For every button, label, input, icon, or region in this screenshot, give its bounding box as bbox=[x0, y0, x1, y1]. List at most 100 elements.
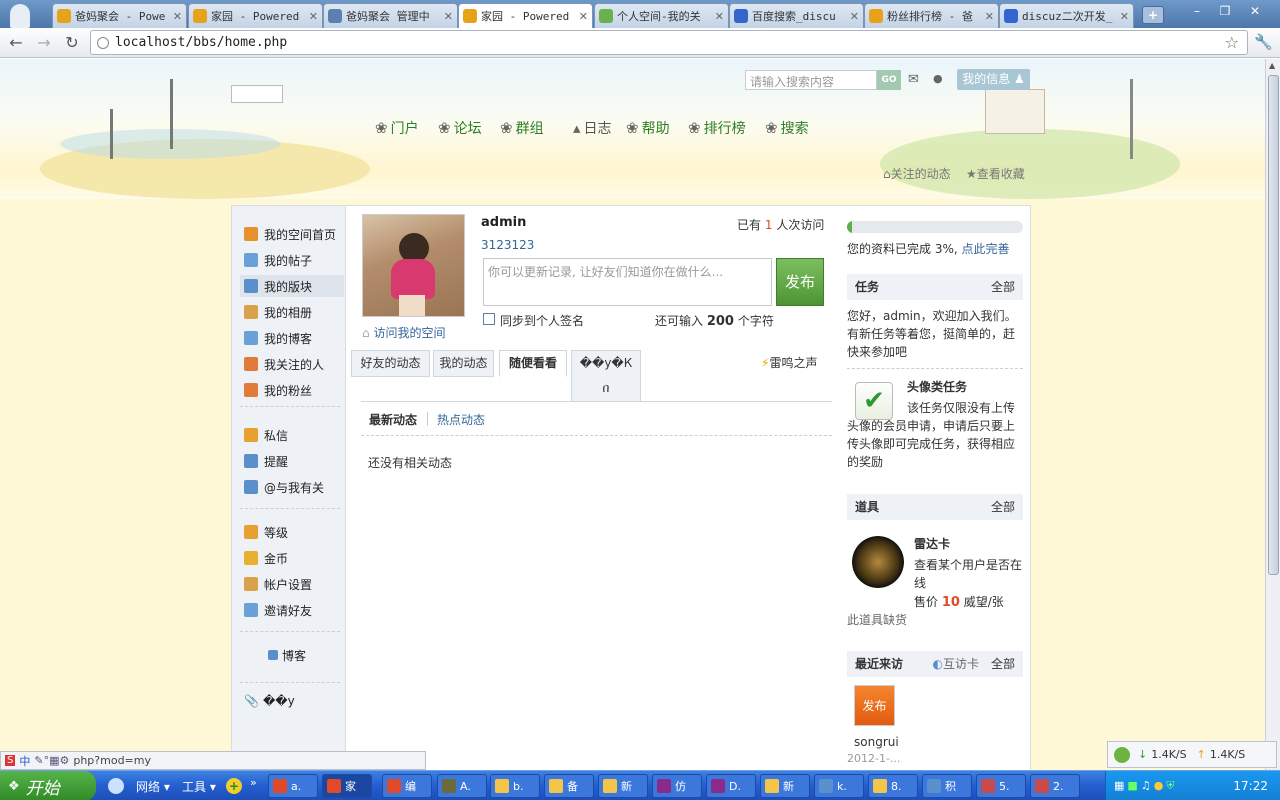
clock[interactable]: 17:22 bbox=[1233, 779, 1268, 793]
taskbar-window-button[interactable]: 新 bbox=[598, 774, 648, 798]
taskbar-window-button[interactable]: A. bbox=[437, 774, 487, 798]
taskbar-window-button[interactable]: 积 bbox=[922, 774, 972, 798]
bell-icon[interactable]: ● bbox=[933, 72, 943, 85]
sidebar-item[interactable]: 我的粉丝 bbox=[244, 379, 312, 401]
tray-network-icon[interactable]: ▦ bbox=[1114, 779, 1127, 792]
url-text[interactable]: localhost/bbs/home.php bbox=[115, 35, 287, 50]
follow-feed-link[interactable]: ⌂关注的动态 bbox=[883, 165, 951, 182]
taskbar-window-button[interactable]: D. bbox=[706, 774, 756, 798]
tab-close-icon[interactable]: ✕ bbox=[850, 10, 859, 23]
browser-tab[interactable]: 家园 - Powered ✕ bbox=[188, 3, 323, 28]
task-all-link[interactable]: 全部 bbox=[991, 274, 1015, 300]
taskbar-tools[interactable]: 工具 ▾ bbox=[182, 778, 216, 795]
taskbar-window-button[interactable]: 编 bbox=[382, 774, 432, 798]
nav-item[interactable]: ❀ 帮助 bbox=[626, 118, 670, 138]
reload-icon[interactable]: ↻ bbox=[62, 33, 82, 53]
recent-all-link[interactable]: 全部 bbox=[991, 651, 1015, 677]
sync-checkbox[interactable] bbox=[483, 313, 495, 325]
minimize-icon[interactable]: – bbox=[1184, 2, 1210, 20]
complete-link[interactable]: 点此完善 bbox=[962, 242, 1010, 256]
browser-tab[interactable]: 个人空间-我的关 ✕ bbox=[594, 3, 729, 28]
favorites-link[interactable]: ★查看收藏 bbox=[966, 165, 1025, 182]
mail-icon[interactable]: ✉ bbox=[908, 72, 919, 87]
tray-app-icon[interactable]: ■ bbox=[1127, 779, 1140, 792]
taskbar-window-button[interactable]: 新 bbox=[760, 774, 810, 798]
sidebar-item[interactable]: 我的空间首页 bbox=[244, 223, 336, 245]
close-icon[interactable]: ✕ bbox=[1242, 2, 1268, 20]
my-info-button[interactable]: 我的信息 ♟ bbox=[957, 69, 1030, 90]
status-textarea[interactable]: 你可以更新记录, 让好友们知道你在做什么... bbox=[483, 258, 772, 306]
tab-close-icon[interactable]: ✕ bbox=[1120, 10, 1129, 23]
restore-icon[interactable]: ❐ bbox=[1212, 2, 1238, 20]
scroll-up-icon[interactable]: ▲ bbox=[1269, 61, 1275, 70]
nav-item[interactable]: ❀ 门户 bbox=[375, 118, 419, 138]
feed-tab[interactable]: 随便看看 bbox=[499, 350, 567, 377]
browser-tab[interactable]: 家园 - Powered ✕ bbox=[458, 3, 593, 28]
page-scrollbar[interactable]: ▲ bbox=[1265, 59, 1280, 770]
browser-tab[interactable]: 粉丝排行榜 - 爸 ✕ bbox=[864, 3, 999, 28]
tray-add-icon[interactable]: ● bbox=[1154, 779, 1167, 792]
subtab-hot[interactable]: 热点动态 bbox=[437, 411, 485, 428]
sidebar-item[interactable]: 我的帖子 bbox=[244, 249, 312, 271]
visit-space-link[interactable]: ⌂ 访问我的空间 bbox=[362, 324, 445, 341]
tab-close-icon[interactable]: ✕ bbox=[985, 10, 994, 23]
username[interactable]: admin bbox=[481, 215, 526, 230]
nav-item[interactable]: ❀ 搜索 bbox=[765, 118, 809, 138]
search-input[interactable]: 请输入搜索内容 bbox=[745, 70, 877, 90]
sidebar-item[interactable]: 我的版块 bbox=[240, 275, 344, 297]
tab-close-icon[interactable]: ✕ bbox=[715, 10, 724, 23]
taskbar-window-button[interactable]: 备 bbox=[544, 774, 594, 798]
taskbar-window-button[interactable]: 2. bbox=[1030, 774, 1080, 798]
visitor-name[interactable]: songrui bbox=[854, 735, 899, 749]
feed-tab[interactable]: ��у�К በ bbox=[571, 350, 641, 402]
sidebar-extra[interactable]: 📎 ��y bbox=[244, 690, 295, 712]
publish-button[interactable]: 发布 bbox=[776, 258, 824, 306]
taskbar-network[interactable]: 网络 ▾ bbox=[136, 778, 170, 795]
task-name[interactable]: 头像类任务 bbox=[907, 378, 967, 395]
nav-item[interactable]: ❀ 论坛 bbox=[438, 118, 482, 138]
sidebar-item[interactable]: 私信 bbox=[244, 424, 288, 446]
browser-tab[interactable]: discuz二次开发_ ✕ bbox=[999, 3, 1134, 28]
bookmark-star-icon[interactable]: ☆ bbox=[1225, 33, 1239, 52]
browser-tab[interactable]: 爸妈聚会 - Powe ✕ bbox=[52, 3, 187, 28]
sidebar-item[interactable]: 我的博客 bbox=[244, 327, 312, 349]
sidebar-item[interactable]: 我关注的人 bbox=[244, 353, 324, 375]
quick-launch-more-icon[interactable]: » bbox=[250, 776, 257, 789]
prop-name[interactable]: 雷达卡 bbox=[914, 535, 950, 552]
taskbar-window-button[interactable]: a. bbox=[268, 774, 318, 798]
taskbar-window-button[interactable]: 家 bbox=[322, 774, 372, 798]
sidebar-item[interactable]: 邀请好友 bbox=[244, 599, 312, 621]
quick-launch-add-icon[interactable]: + bbox=[226, 778, 242, 794]
visitor-avatar[interactable]: 发布 bbox=[854, 685, 895, 726]
feed-tab[interactable]: 好友的动态 bbox=[351, 350, 430, 377]
tray-shield-icon[interactable]: ⛨ bbox=[1166, 779, 1177, 792]
taskbar-window-button[interactable]: b. bbox=[490, 774, 540, 798]
taskbar-window-button[interactable]: k. bbox=[814, 774, 864, 798]
tab-close-icon[interactable]: ✕ bbox=[309, 10, 318, 23]
sidebar-blog[interactable]: 博客 bbox=[268, 644, 306, 666]
taskbar-window-button[interactable]: 8. bbox=[868, 774, 918, 798]
start-button[interactable]: ❖ 开始 bbox=[0, 771, 96, 800]
address-bar[interactable]: localhost/bbs/home.php ☆ bbox=[90, 30, 1248, 55]
user-avatar[interactable] bbox=[362, 214, 465, 317]
sidebar-item[interactable]: 金币 bbox=[244, 547, 288, 569]
scroll-thumb[interactable] bbox=[1268, 75, 1279, 575]
browser-tab[interactable]: 爸妈聚会 管理中 ✕ bbox=[323, 3, 458, 28]
sidebar-item[interactable]: 帐户设置 bbox=[244, 573, 312, 595]
tab-close-icon[interactable]: ✕ bbox=[444, 10, 453, 23]
search-go-button[interactable]: GO bbox=[877, 70, 901, 90]
back-icon[interactable]: ← bbox=[6, 33, 26, 53]
sidebar-item[interactable]: @与我有关 bbox=[244, 476, 324, 498]
thunder-link[interactable]: ⚡雷鸣之声 bbox=[761, 354, 817, 371]
subtab-latest[interactable]: 最新动态 bbox=[369, 411, 417, 428]
nav-item[interactable]: ❀ 群组 bbox=[500, 118, 544, 138]
quick-launch-ie-icon[interactable] bbox=[108, 778, 124, 794]
taskbar-window-button[interactable]: 仿 bbox=[652, 774, 702, 798]
browser-tab[interactable]: 百度搜索_discu ✕ bbox=[729, 3, 864, 28]
tray-volume-icon[interactable]: ♫ bbox=[1141, 779, 1154, 792]
new-tab-button[interactable]: + bbox=[1142, 6, 1164, 24]
prop-all-link[interactable]: 全部 bbox=[991, 494, 1015, 520]
sidebar-item[interactable]: 提醒 bbox=[244, 450, 288, 472]
wrench-icon[interactable]: 🔧 bbox=[1254, 33, 1273, 51]
forward-icon[interactable]: → bbox=[34, 33, 54, 53]
